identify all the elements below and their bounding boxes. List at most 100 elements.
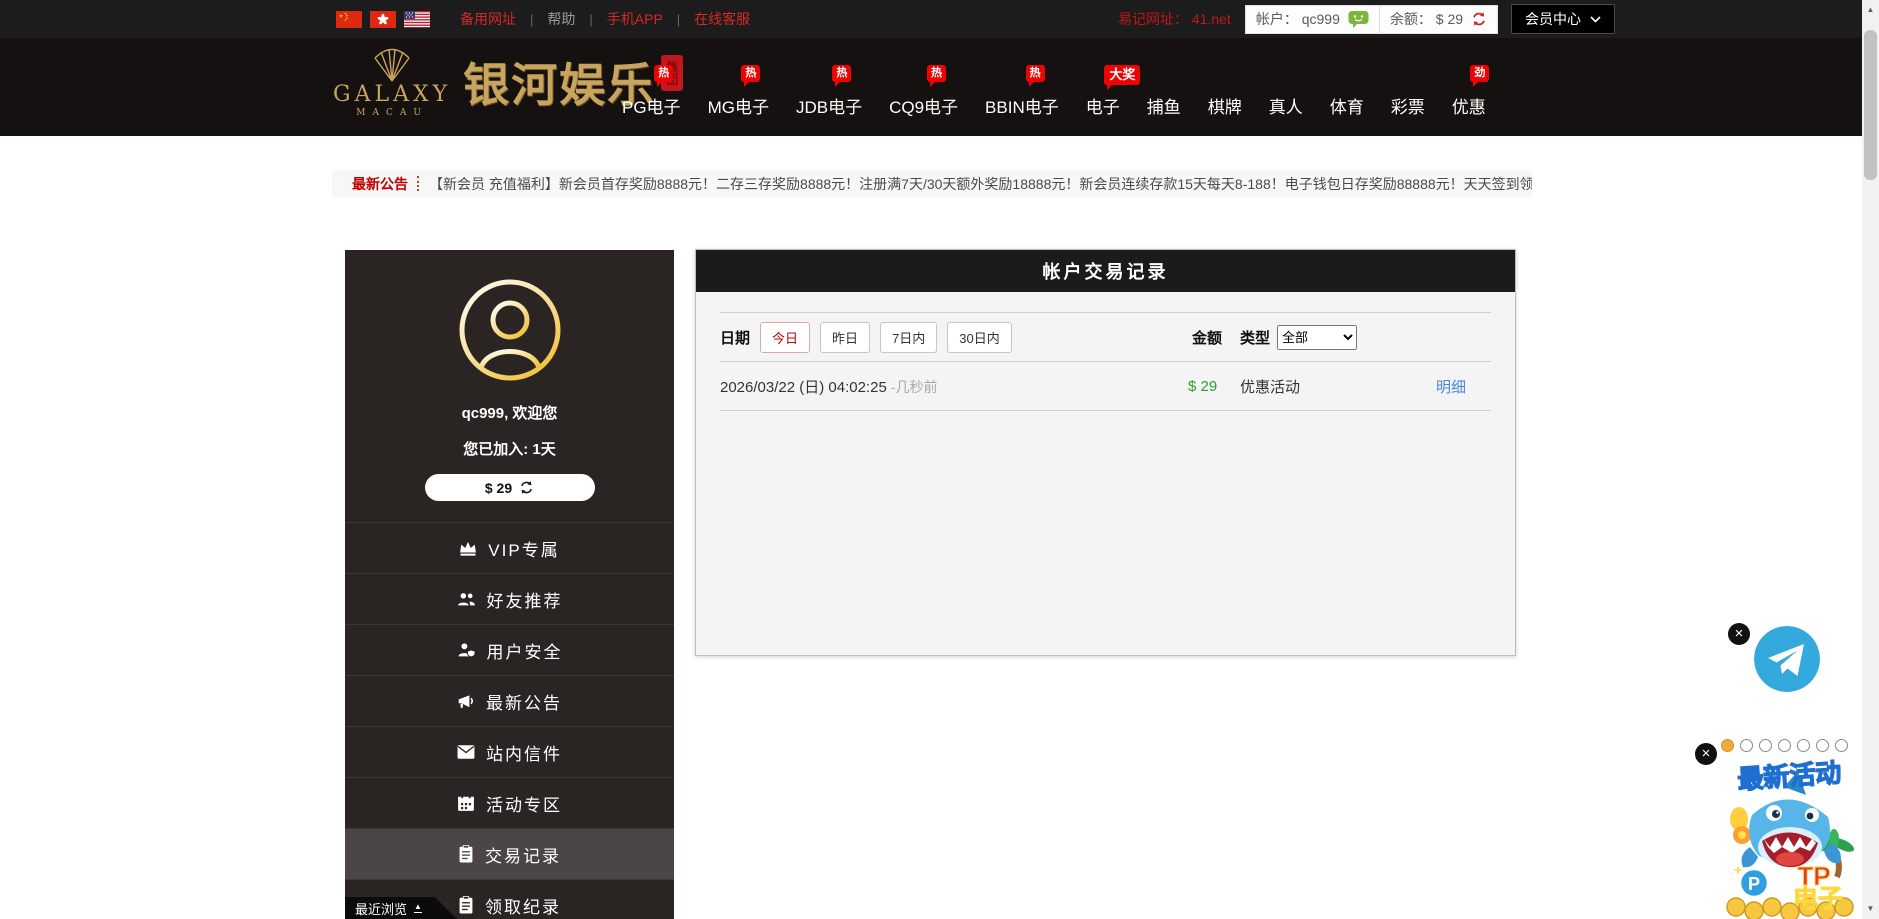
crown-icon	[459, 539, 477, 557]
chat-icon[interactable]	[1348, 10, 1369, 29]
nav-item-dianzi[interactable]: 电子大奖	[1086, 93, 1120, 118]
type-column-label: 类型	[1240, 327, 1270, 348]
nav-item-label: BBIN电子	[985, 98, 1059, 117]
separator: |	[530, 12, 533, 27]
transaction-amount: $ 29	[1188, 378, 1217, 395]
sidebar-item-vip[interactable]: VIP专属	[345, 523, 674, 574]
nav-item-label: 真人	[1269, 98, 1303, 117]
mobile-app-link[interactable]: 手机APP	[607, 9, 663, 29]
flag-china-icon[interactable]	[336, 11, 362, 28]
row-divider	[720, 410, 1491, 411]
scroll-down-arrow[interactable]: ▼	[1862, 901, 1879, 917]
chevron-down-icon	[1590, 16, 1601, 23]
nav-item-mg[interactable]: MG电子热	[708, 93, 769, 118]
separator: |	[589, 12, 592, 27]
telegram-close-button[interactable]: ×	[1728, 623, 1750, 645]
clipboard-icon	[458, 896, 474, 914]
jackpot-badge: 大奖	[1104, 65, 1140, 85]
detail-link[interactable]: 明细	[1436, 376, 1466, 397]
filter-today-button[interactable]: 今日	[760, 322, 810, 353]
pagination-dot[interactable]	[1797, 739, 1810, 752]
refresh-icon[interactable]	[1471, 11, 1487, 27]
nav-item-label: 优惠	[1452, 98, 1486, 117]
memorable-url: 易记网址： 41.net	[1118, 9, 1231, 29]
filter-30days-button[interactable]: 30日内	[947, 322, 1011, 353]
nav-item-fishing[interactable]: 捕鱼	[1147, 93, 1181, 118]
pagination-dot[interactable]	[1816, 739, 1829, 752]
announcement-divider	[417, 176, 419, 191]
backup-url-link[interactable]: 备用网址	[460, 9, 516, 29]
nav-item-label: 体育	[1330, 98, 1364, 117]
pagination-dot[interactable]	[1721, 739, 1734, 752]
logo-english: GALAXY MACAU	[333, 46, 451, 118]
account-box: 帐户： qc999	[1245, 5, 1380, 34]
scroll-up-arrow[interactable]: ▲	[1862, 2, 1879, 18]
sidebar-item-label: VIP专属	[488, 536, 559, 561]
sidebar-item-announcements[interactable]: 最新公告	[345, 676, 674, 727]
hot-badge: 热	[927, 65, 946, 82]
hot-badge: 热	[741, 65, 760, 82]
panel-title: 帐户交易记录	[696, 250, 1515, 292]
sidebar-item-security[interactable]: 用户安全	[345, 625, 674, 676]
flag-hongkong-icon[interactable]	[370, 11, 396, 28]
nav-item-label: PG电子	[622, 98, 681, 117]
promo-close-button[interactable]: ×	[1695, 743, 1717, 765]
sidebar-item-referral[interactable]: 好友推荐	[345, 574, 674, 625]
sidebar-item-label: 领取纪录	[485, 893, 561, 918]
calendar-icon	[457, 794, 475, 812]
nav-item-sports[interactable]: 体育	[1330, 93, 1364, 118]
filter-yesterday-button[interactable]: 昨日	[820, 322, 870, 353]
pagination-dot[interactable]	[1759, 739, 1772, 752]
galaxy-fan-icon	[365, 46, 419, 82]
telegram-icon[interactable]	[1754, 626, 1820, 692]
pagination-dot[interactable]	[1740, 739, 1753, 752]
promo-title: 最新活动	[1736, 757, 1842, 794]
nav-item-cq9[interactable]: CQ9电子热	[889, 93, 958, 118]
online-service-link[interactable]: 在线客服	[694, 9, 750, 29]
account-sidebar: qc999, 欢迎您 您已加入: 1天 $ 29 VIP专属 好友推荐 用户安全…	[345, 250, 674, 919]
promo-logo-letter: P	[1748, 874, 1760, 894]
welcome-text: qc999, 欢迎您	[345, 402, 674, 423]
transaction-row: 2026/03/22 (日) 04:02:25-几秒前 $ 29 优惠活动 明细	[720, 361, 1491, 410]
nav-item-live[interactable]: 真人	[1269, 93, 1303, 118]
nav-item-label: 捕鱼	[1147, 98, 1181, 117]
scrollbar-thumb[interactable]	[1864, 30, 1877, 180]
nav-item-label: 电子	[1086, 98, 1120, 117]
sidebar-balance: $ 29	[485, 480, 512, 496]
flag-usa-icon[interactable]	[404, 11, 430, 28]
panel-rows: 日期 今日 昨日 7日内 30日内 金额 类型 全部 2026/03/22 (日…	[720, 312, 1491, 411]
page: 备用网址 | 帮助 | 手机APP | 在线客服 易记网址： 41.net 帐户…	[0, 0, 1879, 919]
nav-item-chess[interactable]: 棋牌	[1208, 93, 1242, 118]
sidebar-menu: VIP专属 好友推荐 用户安全 最新公告 站内信件 活动专区	[345, 522, 674, 919]
member-center-button[interactable]: 会员中心	[1511, 4, 1615, 34]
refresh-icon[interactable]	[519, 480, 534, 495]
promo-banner[interactable]: P + TP 电子 最新活动	[1722, 757, 1858, 919]
help-link[interactable]: 帮助	[547, 9, 575, 29]
sidebar-item-transactions[interactable]: 交易记录	[345, 829, 674, 880]
nav-item-bbin[interactable]: BBIN电子热	[985, 93, 1059, 118]
hot-badge: 热	[1026, 65, 1045, 82]
balance-pill[interactable]: $ 29	[425, 474, 595, 501]
recently-viewed-label: 最近浏览	[355, 899, 407, 918]
eject-icon: ▲	[414, 903, 422, 913]
joined-days-text: 您已加入: 1天	[345, 438, 674, 459]
logo-macau-text: MACAU	[356, 109, 428, 118]
topbar-right: 易记网址： 41.net 帐户： qc999 余额： $ 29 会员中心	[1118, 0, 1615, 38]
pagination-dot[interactable]	[1835, 739, 1848, 752]
nav-item-promo[interactable]: 优惠劲	[1452, 93, 1486, 118]
member-center-label: 会员中心	[1525, 9, 1581, 29]
nav-item-jdb[interactable]: JDB电子热	[796, 93, 862, 118]
date-label: 日期	[720, 327, 750, 348]
pagination-dot[interactable]	[1778, 739, 1791, 752]
sidebar-item-messages[interactable]: 站内信件	[345, 727, 674, 778]
hot-badge: 热	[832, 65, 851, 82]
announcement-bar: 最新公告 【新会员 充值福利】新会员首存奖励8888元！二存三存奖励8888元！…	[332, 170, 1532, 197]
sidebar-item-events[interactable]: 活动专区	[345, 778, 674, 829]
balance-box: 余额： $ 29	[1380, 5, 1498, 34]
type-select[interactable]: 全部	[1277, 325, 1357, 350]
filter-7days-button[interactable]: 7日内	[880, 322, 937, 353]
transaction-type: 优惠活动	[1240, 376, 1300, 397]
sidebar-item-label: 好友推荐	[487, 587, 563, 612]
nav-item-lottery[interactable]: 彩票	[1391, 93, 1425, 118]
nav-item-pg[interactable]: PG电子热	[622, 93, 681, 118]
